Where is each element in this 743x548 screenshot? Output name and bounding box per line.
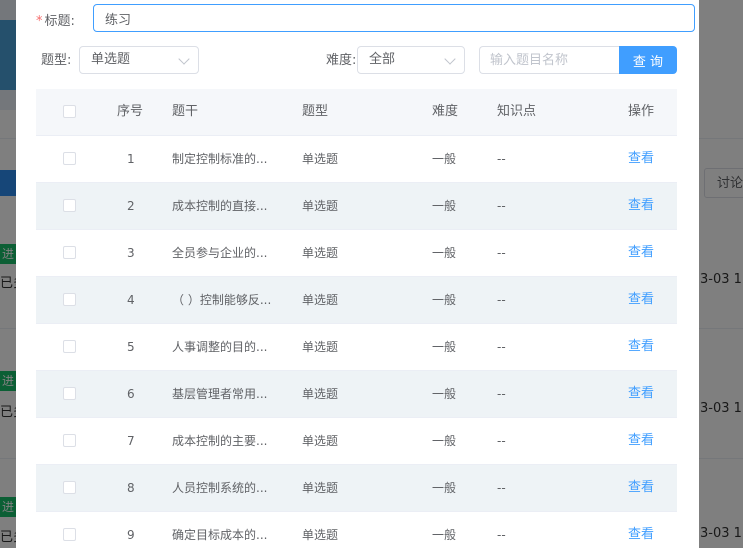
table-row: 6 基层管理者常用... 单选题 一般 -- 查看 (36, 371, 677, 418)
view-link[interactable]: 查看 (628, 277, 654, 323)
table-row: 3 全员参与企业的... 单选题 一般 -- 查看 (36, 230, 677, 277)
cell-stem: （ ）控制能够反... (172, 293, 272, 307)
cell-type: 单选题 (302, 387, 339, 401)
table-row: 4 （ ）控制能够反... 单选题 一般 -- 查看 (36, 277, 677, 324)
view-link[interactable]: 查看 (628, 512, 654, 548)
cell-difficulty: 一般 (432, 434, 457, 448)
table-row: 5 人事调整的目的... 单选题 一般 -- 查看 (36, 324, 677, 371)
title-label: * 标题: (36, 13, 75, 29)
view-link[interactable]: 查看 (628, 465, 654, 511)
cell-type: 单选题 (302, 293, 339, 307)
row-checkbox[interactable] (63, 199, 76, 212)
column-header-knowledge: 知识点 (497, 104, 537, 119)
filter-bar: 题型: 单选题 难度: 全部 查 询 (36, 46, 677, 76)
view-link[interactable]: 查看 (628, 183, 654, 229)
cell-type: 单选题 (302, 246, 339, 260)
cell-knowledge: -- (497, 528, 506, 542)
column-header-type: 题型 (302, 104, 329, 119)
table-row: 8 人员控制系统的... 单选题 一般 -- 查看 (36, 465, 677, 512)
cell-knowledge: -- (497, 340, 506, 354)
cell-index: 7 (127, 434, 135, 448)
view-link[interactable]: 查看 (628, 371, 654, 417)
cell-knowledge: -- (497, 246, 506, 260)
cell-index: 9 (127, 528, 135, 542)
cell-difficulty: 一般 (432, 387, 457, 401)
difficulty-select[interactable]: 全部 (357, 46, 465, 74)
view-link[interactable]: 查看 (628, 324, 654, 370)
cell-knowledge: -- (497, 293, 506, 307)
question-picker-dialog: *标题: 题型: 单选题 难度: 全部 查 询 序号 题干 题型 难度 知识点 … (16, 0, 699, 548)
cell-type: 单选题 (302, 481, 339, 495)
search-input[interactable] (479, 46, 619, 74)
cell-stem: 制定控制标准的... (172, 152, 268, 166)
cell-index: 3 (127, 246, 135, 260)
column-header-index: 序号 (117, 104, 144, 119)
title-form-item: * 标题: (36, 4, 695, 34)
cell-stem: 确定目标成本的... (172, 528, 268, 542)
row-checkbox[interactable] (63, 481, 76, 494)
cell-type: 单选题 (302, 199, 339, 213)
table-row: 7 成本控制的主要... 单选题 一般 -- 查看 (36, 418, 677, 465)
type-select[interactable]: 单选题 (79, 46, 199, 74)
cell-knowledge: -- (497, 199, 506, 213)
cell-stem: 人事调整的目的... (172, 340, 268, 354)
select-all-checkbox[interactable] (63, 105, 76, 118)
difficulty-select-value: 全部 (369, 52, 396, 67)
cell-difficulty: 一般 (432, 199, 457, 213)
table-row: 9 确定目标成本的... 单选题 一般 -- 查看 (36, 512, 677, 548)
row-checkbox[interactable] (63, 340, 76, 353)
table-row: 2 成本控制的直接... 单选题 一般 -- 查看 (36, 183, 677, 230)
row-checkbox[interactable] (63, 293, 76, 306)
cell-difficulty: 一般 (432, 293, 457, 307)
chevron-down-icon (444, 53, 456, 65)
table-row: 1 制定控制标准的... 单选题 一般 -- 查看 (36, 136, 677, 183)
cell-difficulty: 一般 (432, 340, 457, 354)
cell-stem: 成本控制的主要... (172, 434, 268, 448)
cell-index: 5 (127, 340, 135, 354)
view-link[interactable]: 查看 (628, 418, 654, 464)
cell-knowledge: -- (497, 434, 506, 448)
cell-knowledge: -- (497, 387, 506, 401)
row-checkbox[interactable] (63, 152, 76, 165)
cell-index: 4 (127, 293, 135, 307)
column-header-difficulty: 难度 (432, 104, 459, 119)
cell-stem: 基层管理者常用... (172, 387, 268, 401)
view-link[interactable]: 查看 (628, 230, 654, 276)
cell-stem: 成本控制的直接... (172, 199, 268, 213)
difficulty-label: 难度: (326, 53, 357, 68)
type-label: 题型: (41, 53, 72, 68)
cell-difficulty: 一般 (432, 528, 457, 542)
table-body: 1 制定控制标准的... 单选题 一般 -- 查看 2 成本控制的直接... 单选题 一般 -- 查看… (36, 136, 677, 548)
cell-index: 6 (127, 387, 135, 401)
title-input[interactable] (93, 4, 695, 32)
view-link[interactable]: 查看 (628, 136, 654, 182)
cell-difficulty: 一般 (432, 481, 457, 495)
chevron-down-icon (178, 53, 190, 65)
cell-type: 单选题 (302, 340, 339, 354)
cell-index: 2 (127, 199, 135, 213)
cell-index: 8 (127, 481, 135, 495)
row-checkbox[interactable] (63, 387, 76, 400)
cell-difficulty: 一般 (432, 152, 457, 166)
column-header-action: 操作 (628, 104, 655, 119)
cell-type: 单选题 (302, 528, 339, 542)
type-select-value: 单选题 (91, 52, 131, 67)
column-header-stem: 题干 (172, 104, 199, 119)
cell-type: 单选题 (302, 152, 339, 166)
cell-difficulty: 一般 (432, 246, 457, 260)
question-table: 序号 题干 题型 难度 知识点 操作 1 制定控制标准的... 单选题 一般 -- 查看 2… (36, 89, 677, 548)
row-checkbox[interactable] (63, 246, 76, 259)
cell-type: 单选题 (302, 434, 339, 448)
cell-stem: 人员控制系统的... (172, 481, 268, 495)
cell-knowledge: -- (497, 152, 506, 166)
cell-index: 1 (127, 152, 135, 166)
search-button[interactable]: 查 询 (619, 46, 677, 74)
table-header: 序号 题干 题型 难度 知识点 操作 (36, 89, 677, 136)
cell-knowledge: -- (497, 481, 506, 495)
cell-stem: 全员参与企业的... (172, 246, 268, 260)
required-asterisk: * (36, 13, 43, 29)
row-checkbox[interactable] (63, 528, 76, 541)
row-checkbox[interactable] (63, 434, 76, 447)
